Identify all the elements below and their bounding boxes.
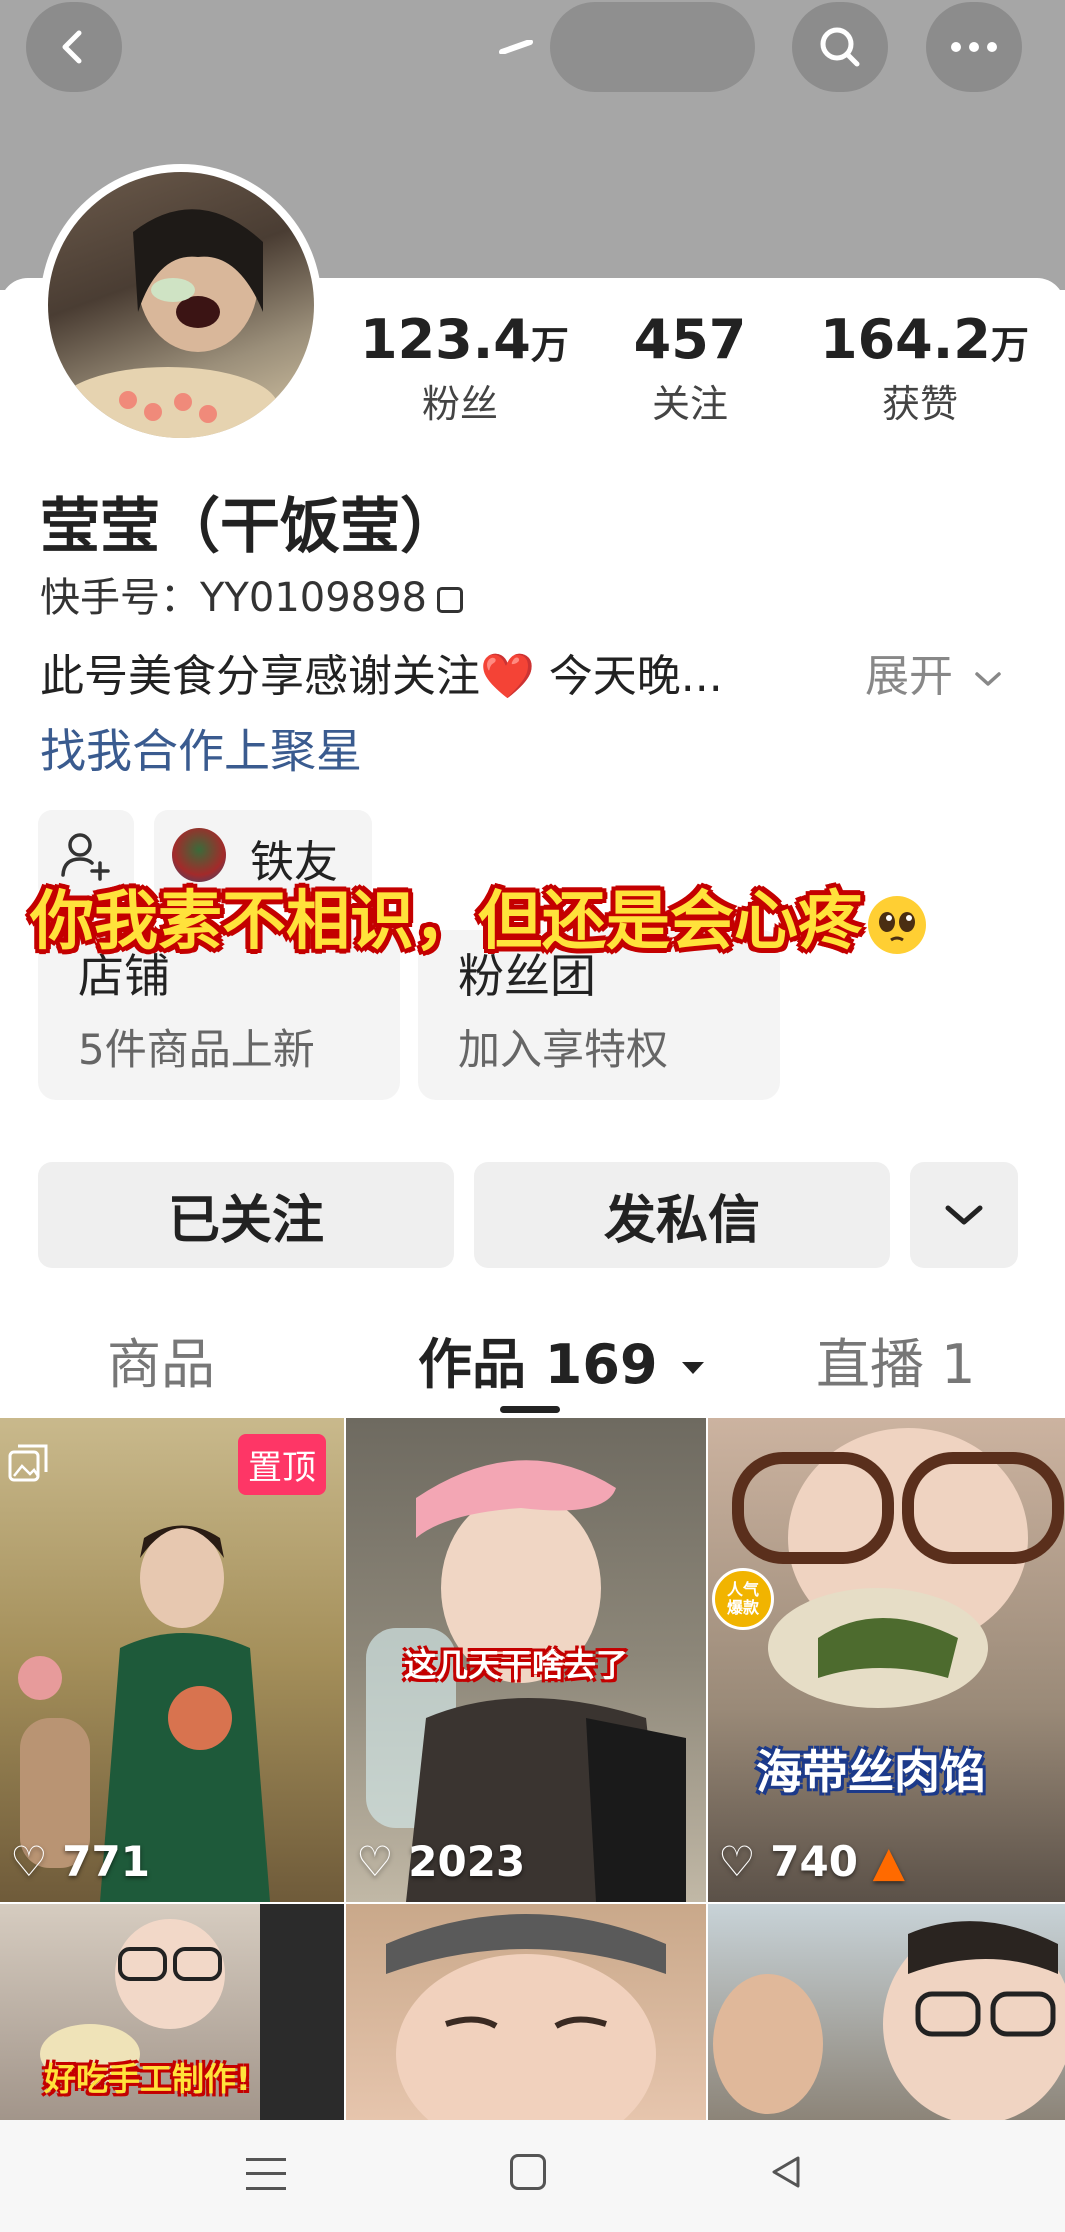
- copy-icon[interactable]: [437, 587, 464, 613]
- popular-badge-text: 人气爆款: [726, 1580, 759, 1617]
- back-button[interactable]: [26, 2, 122, 92]
- message-button-label: 发私信: [603, 1190, 760, 1251]
- system-nav-bar: [0, 2120, 1065, 2232]
- stat-following[interactable]: 457 关注: [590, 308, 790, 429]
- message-button[interactable]: 发私信: [474, 1162, 890, 1268]
- kuaishou-id[interactable]: 快手号：YY0109898: [40, 565, 464, 623]
- caret-down-icon: [682, 1362, 705, 1375]
- video-thumbnail[interactable]: 好吃手工制作!: [0, 1904, 344, 2120]
- thumbnail-art: [713, 1921, 1065, 2120]
- tab-works-label: 作品 169: [418, 1333, 658, 1396]
- chevron-down-icon: [945, 1205, 983, 1225]
- tab-works[interactable]: 作品 169: [418, 1320, 706, 1399]
- thumbnail-art: [732, 1428, 1064, 1708]
- pinned-badge: 置顶: [238, 1434, 326, 1495]
- back-triangle-icon[interactable]: [766, 2152, 806, 2192]
- recent-apps-icon[interactable]: [246, 2158, 286, 2190]
- chevron-down-icon: [975, 672, 1001, 686]
- image-set-icon: [8, 1444, 48, 1482]
- stat-fans[interactable]: 123.4万 粉丝: [360, 308, 569, 429]
- stat-value: 164.2万: [820, 308, 1029, 371]
- tab-indicator: [500, 1406, 560, 1413]
- video-thumbnail[interactable]: [346, 1904, 706, 2120]
- pleading-face-icon: [868, 896, 926, 955]
- avatar[interactable]: [40, 164, 322, 446]
- shop-subtitle: 5件商品上新: [78, 1025, 315, 1074]
- profile-bio: 此号美食分享感谢关注❤️ 今天晚...: [40, 651, 723, 702]
- video-thumbnail[interactable]: 人气爆款 海带丝肉馅 ♡ 740 ▲: [708, 1418, 1065, 1902]
- video-thumbnail[interactable]: 置顶 ♡ 771: [0, 1418, 344, 1902]
- expand-bio-button[interactable]: 展开: [865, 640, 1003, 704]
- search-button[interactable]: [792, 2, 888, 92]
- video-caption: 海带丝肉馅: [756, 1745, 986, 1799]
- video-caption: 好吃手工制作!: [44, 2060, 251, 2098]
- like-count: ♡ 2023: [356, 1837, 526, 1886]
- more-button[interactable]: [926, 2, 1022, 92]
- avatar-illustration: [58, 209, 278, 438]
- following-button[interactable]: 已关注: [38, 1162, 454, 1268]
- video-caption: 这几天干啥去了: [404, 1646, 629, 1684]
- like-count: ♡ 740 ▲: [718, 1837, 905, 1886]
- home-icon[interactable]: [510, 2154, 546, 2190]
- stat-label: 粉丝: [421, 382, 498, 426]
- stat-label: 关注: [651, 382, 728, 426]
- following-button-label: 已关注: [167, 1190, 324, 1251]
- tab-live[interactable]: 直播 1: [816, 1320, 976, 1399]
- kuaishou-id-text: 快手号：YY0109898: [40, 575, 428, 621]
- fan-club-subtitle: 加入享特权: [458, 1025, 669, 1074]
- tab-goods[interactable]: 商品: [107, 1320, 215, 1399]
- blurred-title-pill[interactable]: [550, 2, 755, 92]
- stat-likes[interactable]: 164.2万 获赞: [820, 308, 1029, 429]
- search-icon: [820, 27, 860, 67]
- video-thumbnail[interactable]: 这几天干啥去了 ♡ 2023: [346, 1418, 706, 1902]
- stat-value: 457: [633, 308, 747, 371]
- overlay-caption-text: 你我素不相识，但还是会心疼: [30, 885, 862, 959]
- popular-badge: 人气爆款: [712, 1568, 774, 1630]
- chevron-left-icon: [62, 30, 82, 64]
- more-options-button[interactable]: [910, 1162, 1018, 1268]
- pen-icon: [499, 40, 533, 54]
- fire-icon: ▲: [872, 1837, 905, 1886]
- stat-label: 获赞: [881, 382, 958, 426]
- stat-value: 123.4万: [360, 308, 569, 371]
- video-thumbnail[interactable]: [708, 1904, 1065, 2120]
- thumbnail-art: [386, 1914, 666, 2120]
- avatar-photo: [48, 172, 314, 438]
- profile-name: 莹莹（干饭莹）: [40, 492, 460, 562]
- overlay-caption: 你我素不相识，但还是会心疼: [30, 870, 926, 962]
- more-horizontal-icon: [951, 42, 997, 52]
- like-count: ♡ 771: [10, 1837, 150, 1886]
- cooperation-link[interactable]: 找我合作上聚星: [40, 715, 362, 781]
- expand-label: 展开: [865, 651, 953, 702]
